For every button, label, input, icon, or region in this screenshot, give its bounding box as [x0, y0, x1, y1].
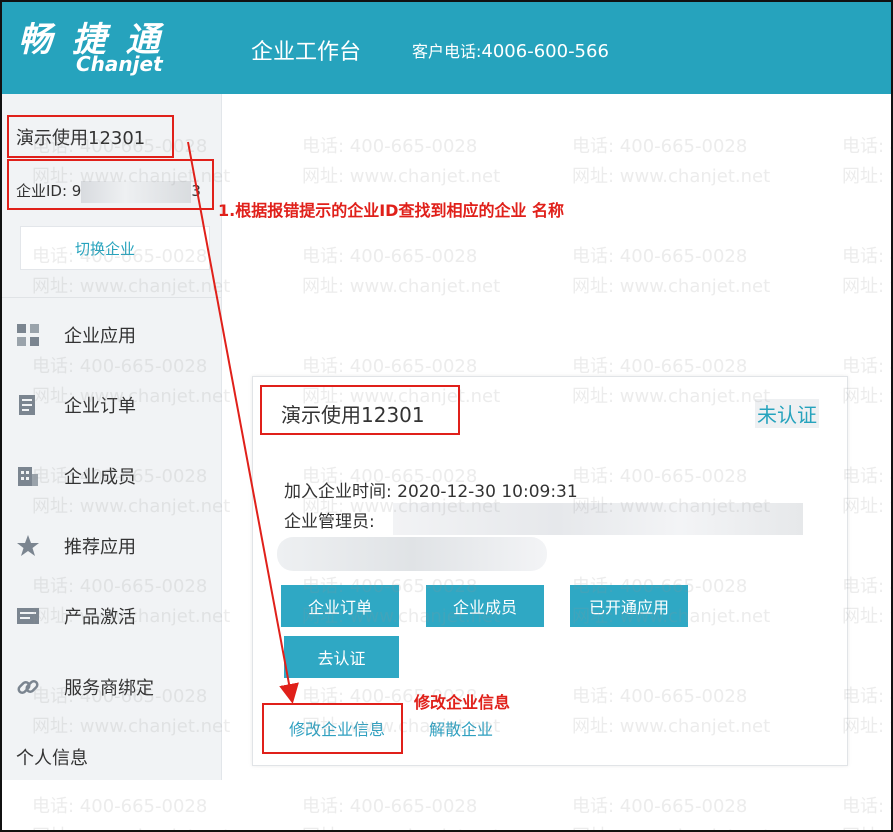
top-header: 畅 捷 通 Chanjet 企业工作台 客户电话:4006-600-566 [2, 2, 891, 94]
watermark-site: 网址: www.chanjet.net [572, 276, 771, 297]
go-certify-button[interactable]: 去认证 [284, 636, 399, 678]
sidebar-item-label: 企业应用 [64, 326, 136, 347]
watermark-site: 网址: www.chanjet.net [842, 716, 891, 737]
watermark-phone: 电话: 400-665-0028 [842, 796, 891, 817]
watermark-site: 网址: www.chanjet.net [32, 496, 231, 517]
watermark-phone: 电话: 400-665-0028 [572, 686, 748, 707]
watermark-phone: 电话: 400-665-0028 [302, 136, 478, 157]
screenshot-frame: 畅 捷 通 Chanjet 企业工作台 客户电话:4006-600-566 演示… [0, 0, 893, 832]
watermark-phone: 电话: 400-665-0028 [32, 466, 208, 487]
annotation-note-edit-info: 修改企业信息 [414, 693, 511, 712]
watermark-phone: 电话: 400-665-0028 [572, 796, 748, 817]
watermark-phone: 电话: 400-665-0028 [842, 356, 891, 377]
watermark-site: 网址: www.chanjet.net [572, 386, 771, 407]
watermark-site: 网址: www.chanjet.net [572, 716, 771, 737]
watermark-site: 网址: www.chanjet.net [842, 822, 891, 830]
watermark-phone: 电话: 400-665-0028 [32, 796, 208, 817]
watermark-phone: 电话: 400-665-0028 [842, 576, 891, 597]
watermark-site: 网址: www.chanjet.net [572, 166, 771, 187]
watermark-phone: 电话: 400-665-0028 [302, 576, 478, 597]
watermark-site: 网址: www.chanjet.net [842, 166, 891, 187]
watermark-site: 网址: www.chanjet.net [302, 606, 501, 627]
sidebar-item-label: 推荐应用 [64, 537, 136, 558]
watermark-phone: 电话: 400-665-0028 [842, 246, 891, 267]
watermark-phone: 电话: 400-665-0028 [32, 356, 208, 377]
watermark-phone: 电话: 400-665-0028 [302, 466, 478, 487]
watermark-site: 网址: www.chanjet.net [32, 386, 231, 407]
watermark-phone: 电话: 400-665-0028 [302, 796, 478, 817]
watermark-site: 网址: www.chanjet.net [572, 822, 770, 830]
watermark-phone: 电话: 400-665-0028 [572, 246, 748, 267]
highlight-company-name [7, 115, 174, 158]
redacted-admin-mask-2 [277, 537, 547, 571]
watermark-site: 网址: www.chanjet.net [32, 606, 231, 627]
highlight-card-title [260, 385, 460, 435]
customer-hotline: 客户电话:4006-600-566 [412, 38, 609, 62]
watermark-site: 网址: www.chanjet.net [32, 822, 230, 830]
workbench-title: 企业工作台 [251, 40, 362, 65]
watermark-site: 网址: www.chanjet.net [302, 166, 501, 187]
highlight-edit-link [262, 703, 403, 754]
watermark-phone: 电话: 400-665-0028 [572, 576, 748, 597]
sidebar-personal-info[interactable]: 个人信息 [16, 744, 88, 770]
watermark-phone: 电话: 400-665-0028 [302, 356, 478, 377]
watermark-site: 网址: www.chanjet.net [302, 822, 500, 830]
watermark-site: 网址: www.chanjet.net [302, 496, 501, 517]
watermark-site: 网址: www.chanjet.net [842, 606, 891, 627]
watermark-phone: 电话: 400-665-0028 [842, 686, 891, 707]
hotline-label: 客户电话: [412, 42, 482, 61]
watermark-site: 网址: www.chanjet.net [302, 276, 501, 297]
watermark-phone: 电话: 400-665-0028 [572, 136, 748, 157]
hotline-number: 4006-600-566 [481, 41, 609, 62]
highlight-company-id [7, 159, 214, 210]
watermark-site: 网址: www.chanjet.net [32, 276, 231, 297]
watermark-phone: 电话: 400-665-0028 [572, 356, 748, 377]
watermark-phone: 电话: 400-665-0028 [32, 686, 208, 707]
grid-apps-icon [16, 323, 40, 347]
sidebar-item-recommend[interactable]: 推荐应用 [16, 531, 136, 561]
watermark-site: 网址: www.chanjet.net [842, 276, 891, 297]
watermark-site: 网址: www.chanjet.net [842, 386, 891, 407]
watermark-phone: 电话: 400-665-0028 [572, 466, 748, 487]
watermark-phone: 电话: 400-665-0028 [842, 466, 891, 487]
sidebar-item-apps[interactable]: 企业应用 [16, 320, 136, 350]
watermark-site: 网址: www.chanjet.net [572, 496, 771, 517]
watermark-phone: 电话: 400-665-0028 [32, 576, 208, 597]
watermark-site: 网址: www.chanjet.net [572, 606, 771, 627]
watermark-phone: 电话: 400-665-0028 [32, 246, 208, 267]
watermark-site: 网址: www.chanjet.net [842, 496, 891, 517]
star-icon [16, 534, 40, 558]
watermark-phone: 电话: 400-665-0028 [842, 136, 891, 157]
annotation-note-find-company: 1.根据报错提示的企业ID查找到相应的企业 名称 [218, 201, 565, 220]
watermark-site: 网址: www.chanjet.net [32, 716, 231, 737]
logo-english: Chanjet [76, 52, 163, 76]
watermark-phone: 电话: 400-665-0028 [302, 246, 478, 267]
